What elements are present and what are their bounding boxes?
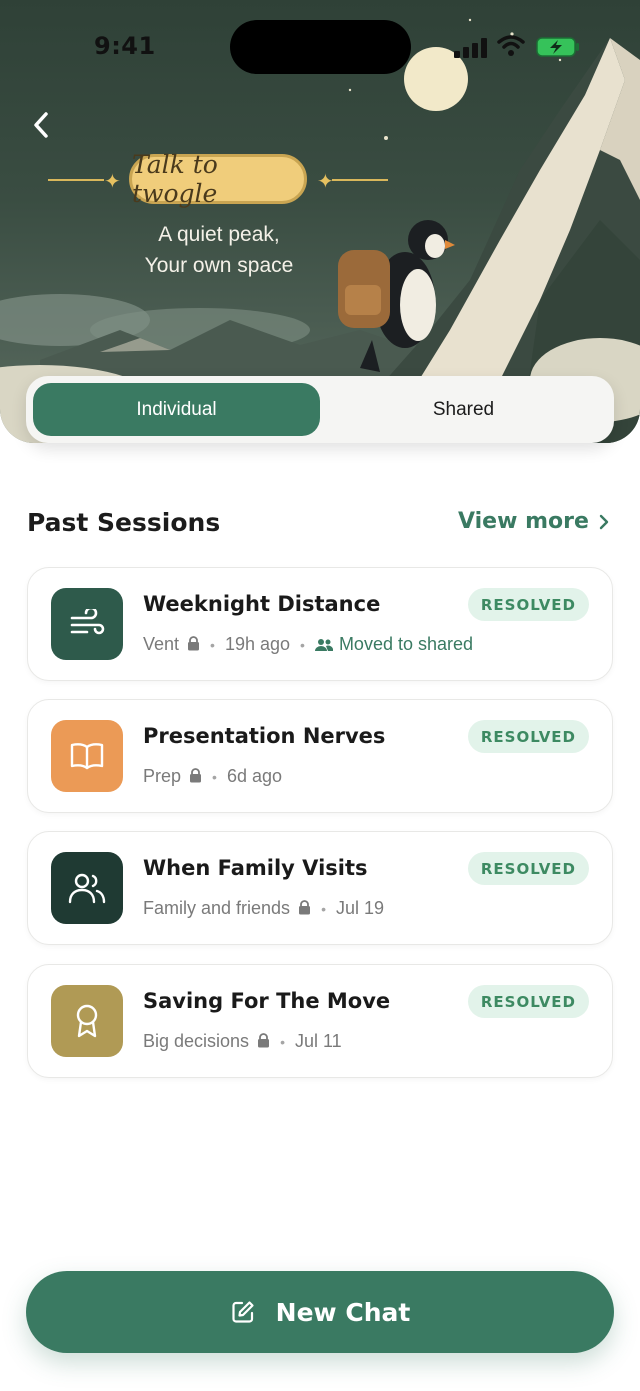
back-chevron-icon[interactable] <box>26 108 58 142</box>
status-badge: RESOLVED <box>467 720 589 753</box>
session-time: 19h ago <box>224 634 291 654</box>
session-card[interactable]: Presentation Nerves Prep • 6d ago RESOLV… <box>27 699 613 813</box>
tab-individual[interactable]: Individual <box>33 383 320 436</box>
new-chat-label: New Chat <box>275 1297 411 1327</box>
edit-icon <box>232 1301 254 1323</box>
battery-icon <box>536 37 579 57</box>
session-title: Saving For The Move <box>143 989 391 1013</box>
moved-to-shared: Moved to shared <box>314 634 474 655</box>
status-bar: 9:41 <box>0 0 640 90</box>
session-title: Weeknight Distance <box>143 592 381 616</box>
session-time: 6d ago <box>226 766 282 786</box>
session-meta: Vent • 19h ago • Moved to shared <box>143 634 473 655</box>
tab-shared[interactable]: Shared <box>320 383 607 436</box>
chevron-right-icon <box>599 514 609 529</box>
award-icon <box>76 1004 98 1038</box>
session-meta: Big decisions • Jul 11 <box>143 1031 342 1052</box>
session-card[interactable]: When Family Visits Family and friends • … <box>27 831 613 945</box>
session-type-toggle: Individual Shared <box>26 376 614 443</box>
status-time: 9:41 <box>94 32 156 60</box>
session-title: When Family Visits <box>143 856 368 880</box>
lock-icon <box>190 768 202 783</box>
meta-separator: • <box>321 900 326 917</box>
sparkle-icon: ✦ <box>104 169 121 193</box>
session-icon-tile <box>51 985 123 1057</box>
people-icon <box>68 873 106 904</box>
session-card[interactable]: Weeknight Distance Vent • 19h ago • Move… <box>27 567 613 681</box>
tagline-line-2: Your own space <box>144 254 294 277</box>
session-icon-tile <box>51 852 123 924</box>
session-icon-tile <box>51 720 123 792</box>
wind-icon <box>70 609 105 635</box>
session-icon-tile <box>51 588 123 660</box>
session-title: Presentation Nerves <box>143 724 386 748</box>
lock-icon <box>188 636 200 651</box>
wifi-icon <box>497 35 525 56</box>
status-badge: RESOLVED <box>467 985 589 1018</box>
past-sessions-title: Past Sessions <box>27 508 221 537</box>
hero-badge-group: ✦ Talk to twogle ✦ <box>48 150 388 208</box>
session-category: Big decisions <box>143 1031 250 1051</box>
session-time: Jul 19 <box>335 898 385 918</box>
session-meta: Prep • 6d ago <box>143 766 282 787</box>
moved-label: Moved to shared <box>338 634 474 654</box>
talk-to-twogle-badge: Talk to twogle <box>129 150 307 208</box>
view-more-link[interactable]: View more <box>458 509 611 534</box>
session-category: Family and friends <box>143 898 291 918</box>
badge-divider-right <box>332 179 388 181</box>
sparkle-icon: ✦ <box>317 169 334 193</box>
new-chat-button[interactable]: New Chat <box>26 1271 614 1353</box>
book-icon <box>70 743 104 770</box>
meta-separator: • <box>210 636 215 653</box>
view-more-label: View more <box>458 509 589 534</box>
meta-separator: • <box>300 636 305 653</box>
meta-separator: • <box>212 768 217 785</box>
meta-separator: • <box>280 1033 285 1050</box>
session-meta: Family and friends • Jul 19 <box>143 898 384 919</box>
session-category: Prep <box>143 766 182 786</box>
session-time: Jul 11 <box>294 1031 342 1051</box>
hero-tagline: A quiet peak, Your own space <box>108 219 330 281</box>
badge-divider-left <box>48 179 104 181</box>
status-badge: RESOLVED <box>467 588 589 621</box>
lock-icon <box>258 1033 270 1048</box>
lock-icon <box>299 900 311 915</box>
session-category: Vent <box>143 634 180 654</box>
people-small-icon <box>314 638 333 651</box>
status-badge: RESOLVED <box>467 852 589 885</box>
tagline-line-1: A quiet peak, <box>158 223 280 246</box>
dynamic-island <box>230 20 411 74</box>
cellular-signal-icon <box>454 38 487 58</box>
session-card[interactable]: Saving For The Move Big decisions • Jul … <box>27 964 613 1078</box>
